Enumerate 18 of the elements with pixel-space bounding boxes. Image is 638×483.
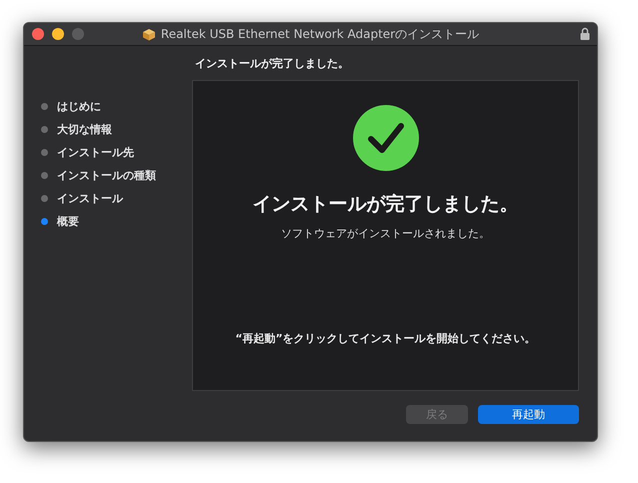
minimize-icon[interactable] [52, 28, 64, 40]
completion-text: ソフトウェアがインストールされました。 [281, 226, 490, 241]
step-label: はじめに [57, 99, 101, 114]
window-title: Realtek USB Ethernet Network Adapterのインストール [160, 26, 480, 42]
step-label: インストール [57, 191, 123, 206]
step-label: 概要 [57, 214, 79, 229]
package-icon [142, 28, 156, 40]
lock-icon [580, 27, 590, 40]
step-label: インストール先 [57, 145, 134, 160]
step-label: 大切な情報 [57, 122, 112, 137]
instruction-text: “再起動”をクリックしてインストールを開始してください。 [235, 331, 536, 346]
step-label: インストールの種類 [57, 168, 156, 183]
restart-button[interactable]: 再起動 [478, 405, 579, 424]
completion-heading: インストールが完了しました。 [252, 192, 518, 217]
checkmark-icon [352, 105, 418, 171]
page-header: インストールが完了しました。 [194, 56, 350, 72]
close-icon[interactable] [32, 28, 44, 40]
zoom-icon [72, 28, 84, 40]
